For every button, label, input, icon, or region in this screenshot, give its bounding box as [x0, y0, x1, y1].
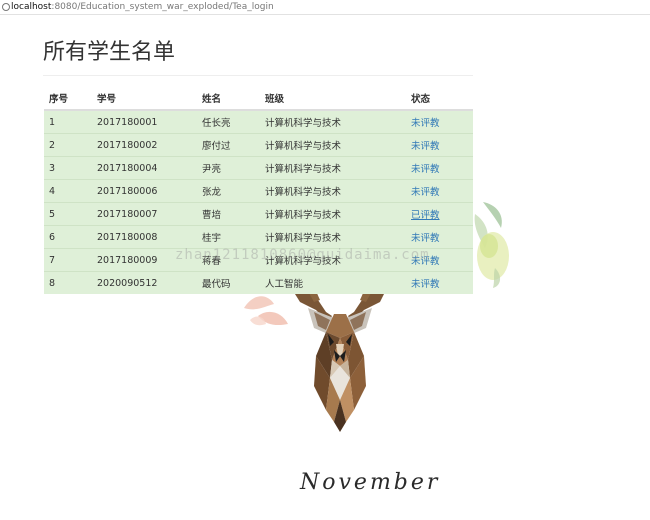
table-header-row: 序号 学号 姓名 班级 状态 — [44, 87, 473, 111]
row-status-cell: 未评教 — [406, 109, 473, 134]
header-status: 状态 — [406, 87, 473, 111]
evaluate-link[interactable]: 未评教 — [411, 233, 440, 244]
table-row: 4 2017180006 张龙 计算机科学与技术 未评教 — [44, 179, 473, 203]
evaluate-link[interactable]: 未评教 — [411, 279, 440, 290]
deer-head-illustration — [290, 282, 388, 432]
row-class: 计算机科学与技术 — [260, 179, 406, 203]
row-student-id: 2017180001 — [92, 109, 197, 134]
header-student-id: 学号 — [92, 87, 197, 111]
row-status-cell: 未评教 — [406, 179, 473, 203]
row-status-cell: 未评教 — [406, 225, 473, 249]
table-row: 3 2017180004 尹亮 计算机科学与技术 未评教 — [44, 156, 473, 180]
row-class: 计算机科学与技术 — [260, 156, 406, 180]
row-index: 5 — [44, 202, 92, 226]
info-icon[interactable] — [2, 3, 10, 11]
header-class: 班级 — [260, 87, 406, 111]
table-row: 6 2017180008 桂宇 计算机科学与技术 未评教 — [44, 225, 473, 249]
url-path: :8080/Education_system_war_exploded/Tea_… — [51, 2, 274, 12]
row-name: 桂宇 — [197, 225, 260, 249]
address-bar[interactable]: localhost:8080/Education_system_war_expl… — [0, 0, 650, 14]
url-host: localhost — [11, 2, 52, 12]
row-index: 7 — [44, 248, 92, 272]
header-name: 姓名 — [197, 87, 260, 111]
row-status-cell: 未评教 — [406, 156, 473, 180]
row-index: 4 — [44, 179, 92, 203]
row-student-id: 2017180002 — [92, 133, 197, 157]
row-index: 8 — [44, 271, 92, 294]
evaluate-link[interactable]: 未评教 — [411, 141, 440, 152]
row-student-id: 2017180006 — [92, 179, 197, 203]
table-row: 8 2020090512 最代码 人工智能 未评教 — [44, 271, 473, 294]
page-title: 所有学生名单 — [43, 40, 176, 65]
row-student-id: 2017180007 — [92, 202, 197, 226]
row-name: 任长亮 — [197, 109, 260, 134]
header-index: 序号 — [44, 87, 92, 111]
month-script-text: November — [300, 470, 441, 495]
table-row: 1 2017180001 任长亮 计算机科学与技术 未评教 — [44, 109, 473, 134]
address-bar-divider — [0, 14, 650, 15]
row-status-cell: 未评教 — [406, 271, 473, 294]
row-name: 张龙 — [197, 179, 260, 203]
row-index: 1 — [44, 109, 92, 134]
row-index: 2 — [44, 133, 92, 157]
table-row: 2 2017180002 廖付过 计算机科学与技术 未评教 — [44, 133, 473, 157]
evaluate-link[interactable]: 未评教 — [411, 187, 440, 198]
row-class: 计算机科学与技术 — [260, 133, 406, 157]
row-index: 3 — [44, 156, 92, 180]
table-row: 5 2017180007 曹培 计算机科学与技术 已评教 — [44, 202, 473, 226]
title-divider — [43, 75, 473, 76]
row-name: 最代码 — [197, 271, 260, 294]
row-name: 曹培 — [197, 202, 260, 226]
evaluate-link[interactable]: 未评教 — [411, 118, 440, 129]
row-status-cell: 已评教 — [406, 202, 473, 226]
evaluate-link[interactable]: 未评教 — [411, 164, 440, 175]
row-student-id: 2017180004 — [92, 156, 197, 180]
row-class: 计算机科学与技术 — [260, 225, 406, 249]
row-index: 6 — [44, 225, 92, 249]
row-name: 尹亮 — [197, 156, 260, 180]
row-class: 计算机科学与技术 — [260, 109, 406, 134]
row-student-id: 2017180008 — [92, 225, 197, 249]
row-student-id: 2020090512 — [92, 271, 197, 294]
row-status-cell: 未评教 — [406, 133, 473, 157]
row-class: 人工智能 — [260, 271, 406, 294]
evaluated-link[interactable]: 已评教 — [411, 210, 440, 221]
row-name: 廖付过 — [197, 133, 260, 157]
url-text[interactable]: localhost:8080/Education_system_war_expl… — [11, 0, 274, 14]
watermark-text: zhan1211810860@guidaima.com — [175, 247, 430, 263]
row-class: 计算机科学与技术 — [260, 202, 406, 226]
